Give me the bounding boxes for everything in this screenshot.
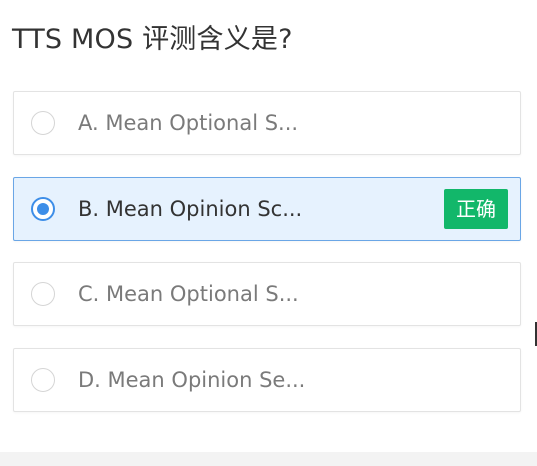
radio-unchecked-icon[interactable]	[31, 368, 55, 392]
radio-checked-icon[interactable]	[31, 197, 55, 221]
option-label: C. Mean Optional S...	[78, 282, 299, 306]
correct-badge: 正确	[444, 189, 508, 229]
option-b[interactable]: B. Mean Opinion Sc... 正确	[13, 177, 521, 241]
radio-unchecked-icon[interactable]	[31, 282, 55, 306]
quiz-page: TTS MOS 评测含义是? A. Mean Optional S... B. …	[0, 0, 537, 466]
option-label: B. Mean Opinion Sc...	[78, 197, 303, 221]
radio-unchecked-icon[interactable]	[31, 111, 55, 135]
question-title: TTS MOS 评测含义是?	[12, 24, 293, 55]
option-label: A. Mean Optional S...	[78, 111, 299, 135]
option-d[interactable]: D. Mean Opinion Se...	[13, 348, 521, 412]
bottom-bar	[0, 452, 537, 466]
radio-dot-icon	[37, 203, 49, 215]
option-label: D. Mean Opinion Se...	[78, 368, 306, 392]
option-c[interactable]: C. Mean Optional S...	[13, 262, 521, 326]
option-a[interactable]: A. Mean Optional S...	[13, 91, 521, 155]
